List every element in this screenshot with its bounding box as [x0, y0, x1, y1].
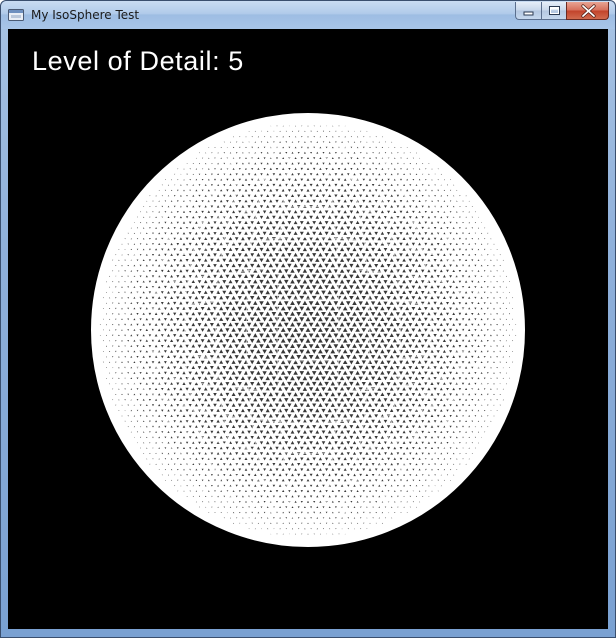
- maximize-icon: [549, 6, 560, 15]
- icosphere-wireframe: [91, 113, 525, 547]
- app-window-icon[interactable]: [8, 9, 24, 21]
- render-viewport[interactable]: Level of Detail: 5: [8, 29, 608, 629]
- close-icon: [581, 4, 596, 18]
- app-window: My IsoSphere Test Level of Detail: 5: [0, 0, 616, 638]
- maximize-button[interactable]: [541, 2, 566, 20]
- minimize-button[interactable]: [515, 2, 541, 20]
- window-title: My IsoSphere Test: [31, 8, 140, 22]
- title-bar[interactable]: My IsoSphere Test: [1, 1, 615, 29]
- minimize-icon: [523, 11, 534, 16]
- close-button[interactable]: [566, 2, 609, 20]
- window-controls: [515, 2, 609, 21]
- lod-label: Level of Detail: 5: [32, 46, 244, 76]
